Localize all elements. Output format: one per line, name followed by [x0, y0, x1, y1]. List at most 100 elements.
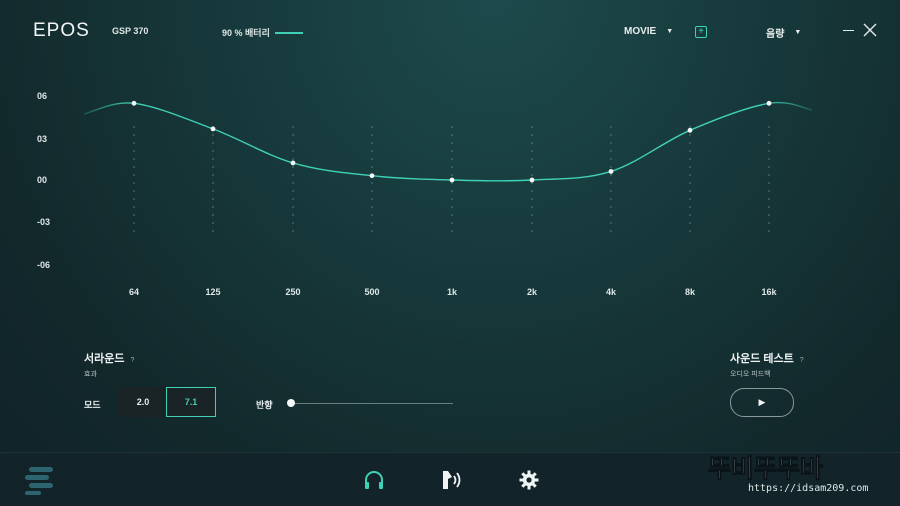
eq-grid-dot [292, 174, 294, 176]
voice-icon[interactable] [440, 469, 464, 491]
eq-grid-dot [133, 214, 135, 216]
eq-band-handle[interactable] [608, 169, 614, 174]
equalizer-graph[interactable] [0, 0, 900, 300]
eq-grid-dot [689, 126, 691, 128]
eq-band-handle[interactable] [766, 100, 772, 106]
eq-grid-dot [212, 198, 214, 200]
direction-slider-knob[interactable] [287, 399, 295, 407]
help-icon[interactable]: ? [800, 357, 804, 364]
eq-band-handle[interactable] [449, 177, 455, 183]
eq-grid-dot [292, 134, 294, 136]
eq-grid-dot [610, 166, 612, 168]
eq-grid-dot [531, 206, 533, 208]
eq-grid-dot [212, 158, 214, 160]
eq-grid-dot [689, 166, 691, 168]
eq-grid-dot [292, 206, 294, 208]
surround-title: 서라운드 [84, 353, 125, 365]
eq-grid-dot [133, 166, 135, 168]
eq-grid-dot [133, 198, 135, 200]
eq-grid-dot [768, 174, 770, 176]
eq-grid-dot [133, 142, 135, 144]
surround-subtitle: 효과 [84, 371, 97, 378]
eq-grid-dot [451, 134, 453, 136]
mode-2-0-button[interactable]: 2.0 [118, 387, 168, 417]
eq-grid-dot [371, 182, 373, 184]
eq-grid-dot [451, 190, 453, 192]
headphones-icon[interactable] [363, 470, 385, 490]
eq-grid-dot [610, 206, 612, 208]
gear-icon[interactable] [519, 470, 539, 490]
eq-grid-dot [610, 134, 612, 136]
eq-grid-dot [371, 134, 373, 136]
eq-grid-dot [212, 134, 214, 136]
eq-grid-dot [292, 126, 294, 128]
eq-grid-dot [212, 222, 214, 224]
eq-grid-dot [371, 230, 373, 232]
eq-grid-dot [292, 182, 294, 184]
eq-grid-dot [212, 214, 214, 216]
eq-grid-dot [610, 222, 612, 224]
eq-grid-dot [451, 166, 453, 168]
eq-band-handle[interactable] [529, 177, 535, 183]
sound-test-title: 사운드 테스트 [730, 353, 794, 365]
play-button[interactable]: ▶ [730, 388, 794, 417]
eq-grid-dot [531, 198, 533, 200]
eq-grid-dot [133, 150, 135, 152]
direction-slider-track[interactable] [291, 403, 453, 404]
eq-band-handle[interactable] [290, 160, 296, 166]
eq-grid-dot [689, 222, 691, 224]
eq-band-handle[interactable] [687, 127, 693, 133]
eq-grid-dot [531, 222, 533, 224]
eq-curve [83, 101, 813, 182]
eq-grid-dot [133, 134, 135, 136]
eq-grid-dot [689, 174, 691, 176]
watermark-logo: 뚜비뚜뚜바 https://idsam209.com [708, 454, 868, 495]
mode-7-1-button[interactable]: 7.1 [166, 387, 216, 417]
eq-grid-dot [371, 142, 373, 144]
eq-grid-dot [212, 150, 214, 152]
eq-grid-dot [133, 174, 135, 176]
eq-grid-dot [610, 198, 612, 200]
eq-grid-dot [689, 142, 691, 144]
eq-grid-dot [451, 222, 453, 224]
eq-grid-dot [610, 158, 612, 160]
eq-grid-dot [451, 214, 453, 216]
eq-grid-dot [133, 182, 135, 184]
eq-grid-dot [610, 142, 612, 144]
eq-grid-dot [768, 142, 770, 144]
eq-grid-dot [371, 190, 373, 192]
sound-test-subtitle: 오디오 피드백 [730, 371, 771, 378]
eq-grid-dot [531, 230, 533, 232]
eq-grid-dot [371, 150, 373, 152]
mode-label: 모드 [84, 400, 101, 410]
eq-grid-dot [768, 150, 770, 152]
eq-grid-dot [451, 142, 453, 144]
eq-band-handle[interactable] [210, 126, 216, 132]
eq-grid-dot [689, 198, 691, 200]
eq-band-handle[interactable] [369, 173, 375, 179]
eq-grid-dot [768, 214, 770, 216]
eq-grid-dot [610, 126, 612, 128]
eq-grid-dot [531, 158, 533, 160]
eq-grid-dot [451, 198, 453, 200]
eq-grid-dot [689, 206, 691, 208]
eq-grid-dot [768, 230, 770, 232]
eq-grid-dot [689, 150, 691, 152]
eq-grid-dot [371, 222, 373, 224]
eq-grid-dot [768, 206, 770, 208]
eq-grid-dot [689, 134, 691, 136]
watermark-url: https://idsam209.com [748, 483, 868, 494]
eq-band-handle[interactable] [131, 100, 137, 106]
eq-grid-dot [212, 190, 214, 192]
eq-grid-dot [768, 190, 770, 192]
eq-grid-dot [768, 158, 770, 160]
eq-grid-dot [212, 174, 214, 176]
eq-grid-dot [212, 142, 214, 144]
eq-grid-dot [212, 182, 214, 184]
eq-grid-dot [610, 182, 612, 184]
eq-grid-dot [292, 230, 294, 232]
eq-grid-dot [133, 230, 135, 232]
eq-grid-dot [768, 198, 770, 200]
help-icon[interactable]: ? [130, 357, 134, 364]
menu-icon[interactable] [25, 465, 55, 495]
